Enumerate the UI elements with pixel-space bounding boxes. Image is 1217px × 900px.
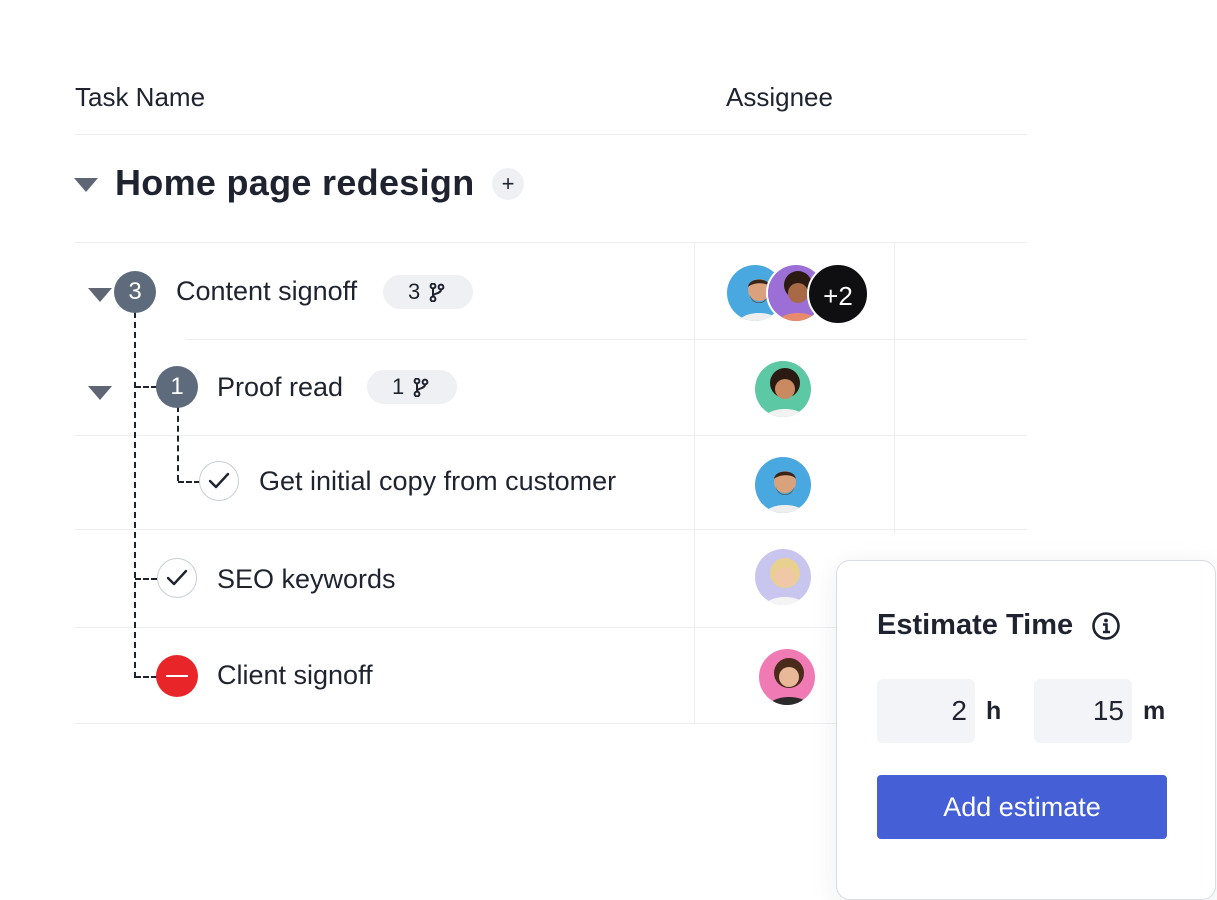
- row-divider: [75, 627, 837, 628]
- task-name[interactable]: Proof read: [217, 372, 343, 403]
- avatar[interactable]: [753, 455, 813, 515]
- row-divider: [75, 529, 1027, 530]
- avatar[interactable]: [757, 647, 817, 707]
- tree-connector: [177, 406, 179, 481]
- hours-unit-label: h: [986, 697, 1002, 725]
- group-divider: [75, 242, 1027, 243]
- tree-connector: [178, 481, 200, 483]
- branch-icon: [413, 378, 429, 397]
- subtask-count-pill[interactable]: 3: [383, 275, 473, 309]
- add-estimate-button[interactable]: Add estimate: [877, 775, 1167, 839]
- column-header-task-name[interactable]: Task Name: [75, 82, 205, 113]
- task-name[interactable]: Client signoff: [217, 660, 373, 691]
- group-title: Home page redesign: [115, 162, 475, 203]
- caret-down-icon[interactable]: [88, 386, 112, 400]
- hours-input[interactable]: [877, 679, 975, 743]
- column-header-assignee[interactable]: Assignee: [726, 82, 833, 113]
- minus-circle-icon[interactable]: [156, 655, 198, 697]
- subtask-count: 3: [408, 279, 421, 304]
- row-divider: [185, 339, 1027, 340]
- status-number-badge: 3: [114, 271, 156, 313]
- avatar[interactable]: [753, 547, 813, 607]
- header-divider: [75, 134, 1027, 135]
- extra-assignees-badge[interactable]: +2: [807, 263, 869, 325]
- add-task-button[interactable]: +: [492, 168, 524, 200]
- branch-icon: [429, 283, 445, 302]
- status-number-badge: 1: [156, 366, 198, 408]
- minutes-input[interactable]: [1034, 679, 1132, 743]
- task-name[interactable]: SEO keywords: [217, 564, 396, 595]
- info-icon[interactable]: [1091, 611, 1121, 641]
- minutes-unit-label: m: [1143, 697, 1166, 725]
- caret-down-icon[interactable]: [74, 178, 98, 192]
- subtask-count: 1: [392, 374, 405, 399]
- row-divider: [75, 435, 1027, 436]
- row-divider: [75, 723, 837, 724]
- estimate-time-popup: Estimate Time h m Add estimate: [836, 560, 1216, 900]
- tree-connector: [135, 386, 157, 388]
- check-icon: [166, 569, 188, 586]
- subtask-count-pill[interactable]: 1: [367, 370, 457, 404]
- tree-connector: [134, 312, 136, 678]
- task-name[interactable]: Get initial copy from customer: [259, 466, 616, 497]
- tree-connector: [135, 676, 157, 678]
- column-divider: [694, 243, 695, 723]
- column-divider: [894, 243, 895, 533]
- task-checkbox[interactable]: [199, 461, 239, 501]
- task-name[interactable]: Content signoff: [176, 276, 357, 307]
- avatar[interactable]: [753, 359, 813, 419]
- check-icon: [208, 472, 230, 489]
- tree-connector: [135, 578, 157, 580]
- caret-down-icon[interactable]: [88, 288, 112, 302]
- popup-title: Estimate Time: [877, 609, 1074, 641]
- task-checkbox[interactable]: [157, 558, 197, 598]
